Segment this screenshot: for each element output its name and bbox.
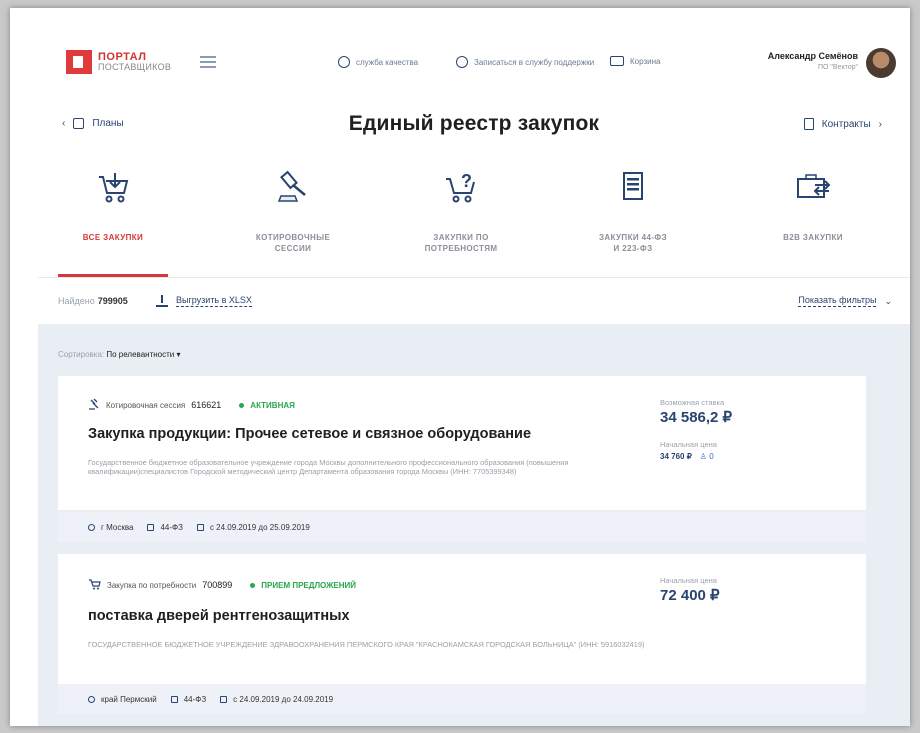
tab-all-purchases[interactable]: ВСЕ ЗАКУПКИ <box>38 164 188 243</box>
contracts-link[interactable]: Контракты › <box>803 118 882 130</box>
cart-icon <box>88 578 101 592</box>
list-document-icon <box>558 164 708 210</box>
user-name: Александр Семёнов <box>767 51 858 61</box>
download-icon <box>156 295 168 307</box>
price-value: 34 586,2 ₽ <box>660 409 733 426</box>
gavel-icon <box>88 398 100 412</box>
cart-link[interactable]: Корзина <box>610 56 660 66</box>
headset-icon <box>338 56 350 68</box>
purchase-number: 616621 <box>191 400 222 410</box>
calendar-icon <box>196 523 204 531</box>
tab-needs-purchases[interactable]: ? ЗАКУПКИ ПО ПОТРЕБНОСТЯМ <box>386 164 536 254</box>
law-icon <box>170 695 178 703</box>
status-badge: ПРИЕМ ПРЕДЛОЖЕНИЙ <box>250 581 356 590</box>
top-bar: ПОРТАЛ ПОСТАВЩИКОВ служба качества Запис… <box>38 36 910 92</box>
calendar-icon <box>220 695 228 703</box>
tabs-divider <box>38 277 910 278</box>
logo-mark-icon <box>66 50 92 74</box>
start-price-label: Начальная цена <box>660 440 717 449</box>
purchase-title[interactable]: поставка дверей рентгенозащитных <box>88 608 350 624</box>
avatar[interactable] <box>866 48 896 78</box>
portal-logo[interactable]: ПОРТАЛ ПОСТАВЩИКОВ <box>66 50 171 74</box>
card-footer: г Москва 44-ФЗ с 24.09.2019 до 25.09.201… <box>58 512 866 542</box>
customer-org: Государственное бюджетное образовательно… <box>88 458 569 476</box>
card-footer: край Пермский 44-ФЗ с 24.09.2019 до 24.0… <box>58 684 866 714</box>
law-icon <box>147 523 155 531</box>
purchase-type: Закупка по потребности <box>107 580 197 590</box>
page: ПОРТАЛ ПОСТАВЩИКОВ служба качества Запис… <box>38 36 910 726</box>
support-signup-link[interactable]: Записаться в службу поддержки <box>456 56 594 68</box>
svg-text:?: ? <box>461 171 472 191</box>
briefcase-exchange-icon <box>738 164 888 210</box>
user-org: ПО "Вектор" <box>817 64 858 71</box>
price-label: Начальная цена <box>660 576 717 585</box>
cart-download-icon <box>38 164 188 210</box>
price-label: Возможная ставка <box>660 398 725 407</box>
gavel-icon <box>218 164 368 210</box>
purchase-number: 700899 <box>202 580 233 590</box>
chevron-right-icon: › <box>878 118 882 130</box>
export-xlsx-button[interactable]: Выгрузить в XLSX <box>156 295 252 307</box>
page-title: Единый реестр закупок <box>348 112 600 135</box>
price-value: 72 400 ₽ <box>660 587 720 604</box>
tab-44-223-fz[interactable]: ЗАКУПКИ 44-ФЗ И 223-ФЗ <box>558 164 708 254</box>
tab-quotation-sessions[interactable]: КОТИРОВОЧНЫЕ СЕССИИ <box>218 164 368 254</box>
browser-frame: ПОРТАЛ ПОСТАВЩИКОВ служба качества Запис… <box>10 8 910 726</box>
cart-icon <box>610 56 624 66</box>
status-badge: АКТИВНАЯ <box>239 401 295 410</box>
purchase-type: Котировочная сессия <box>106 400 186 410</box>
quality-service-link[interactable]: служба качества <box>338 56 418 68</box>
purchase-card[interactable]: Закупка по потребности 700899 ПРИЕМ ПРЕД… <box>58 554 866 686</box>
tab-b2b[interactable]: B2B ЗАКУПКИ <box>738 164 888 243</box>
caret-down-icon: ▾ <box>176 350 181 359</box>
location-pin-icon <box>88 695 95 703</box>
show-filters-button[interactable]: Показать фильтры ⌄ <box>798 295 892 307</box>
user-info[interactable]: Александр Семёнов ПО "Вектор" <box>768 51 858 71</box>
chevron-down-icon: ⌄ <box>884 295 892 306</box>
customer-org: ГОСУДАРСТВЕННОЕ БЮДЖЕТНОЕ УЧРЕЖДЕНИЕ ЗДР… <box>88 640 645 649</box>
cart-question-icon: ? <box>386 164 536 210</box>
purchase-title[interactable]: Закупка продукции: Прочее сетевое и связ… <box>88 426 531 442</box>
start-price: 34 760 ₽ ♙ 0 <box>660 452 714 461</box>
logo-line2: ПОСТАВЩИКОВ <box>98 62 172 72</box>
category-tabs: ВСЕ ЗАКУПКИ КОТИРОВОЧНЫЕ СЕССИИ ? ЗАКУПК… <box>38 164 910 276</box>
sort-selector[interactable]: Сортировка: По релевантности ▾ <box>58 350 181 359</box>
document-icon <box>803 118 814 130</box>
menu-icon[interactable] <box>200 56 216 68</box>
logo-line1: ПОРТАЛ <box>98 51 147 63</box>
results-count: Найдено 799905 <box>58 296 128 306</box>
participants-icon: ♙ <box>699 452 707 461</box>
info-icon <box>456 56 468 68</box>
purchase-card[interactable]: Котировочная сессия 616621 АКТИВНАЯ Заку… <box>58 376 866 510</box>
location-pin-icon <box>88 523 95 531</box>
